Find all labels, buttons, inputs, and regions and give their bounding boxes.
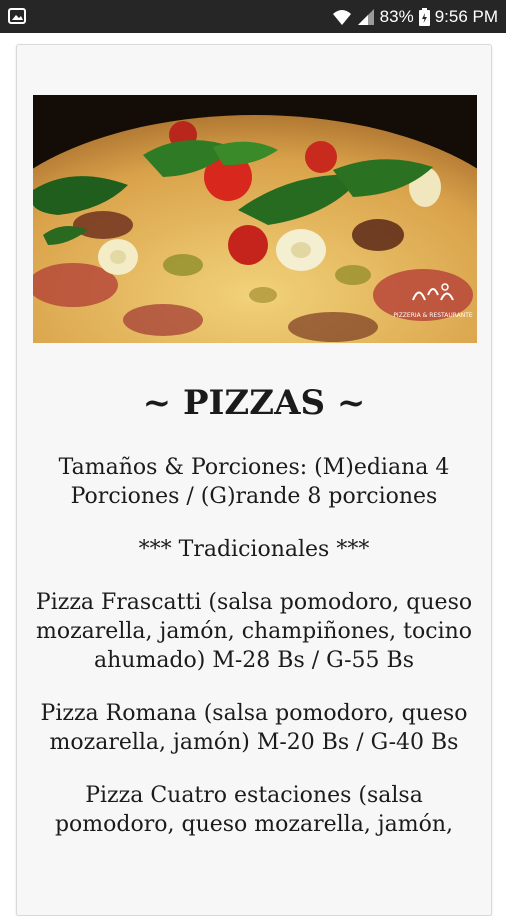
signal-icon xyxy=(357,8,375,26)
battery-icon xyxy=(418,7,430,26)
pizza-photo: PIZZERIA & RESTAURANTE xyxy=(33,95,477,343)
gallery-notification-icon xyxy=(8,8,26,24)
status-bar: 83% 9:56 PM xyxy=(0,0,506,33)
logo-text: PIZZERIA & RESTAURANTE xyxy=(393,312,473,319)
menu-item: Pizza Frascatti (salsa pomodoro, queso m… xyxy=(35,590,473,673)
sizes-text: Tamaños & Porciones: (M)ediana 4 Porcion… xyxy=(58,455,450,509)
menu-item: Pizza Cuatro estaciones (salsa pomodoro,… xyxy=(54,783,454,837)
menu-item: Pizza Romana (salsa pomodoro, queso moza… xyxy=(40,701,468,755)
section-heading: *** Tradicionales *** xyxy=(138,537,370,562)
menu-card[interactable]: PIZZERIA & RESTAURANTE ~ PIZZAS ~ Tamaño… xyxy=(16,44,492,916)
menu-content: ~ PIZZAS ~ Tamaños & Porciones: (M)edian… xyxy=(25,383,483,863)
status-right-group: 83% 9:56 PM xyxy=(332,0,498,33)
clock: 9:56 PM xyxy=(434,6,498,26)
battery-percent: 83% xyxy=(379,6,414,26)
menu-title: ~ PIZZAS ~ xyxy=(142,383,366,423)
wifi-icon xyxy=(332,8,352,26)
